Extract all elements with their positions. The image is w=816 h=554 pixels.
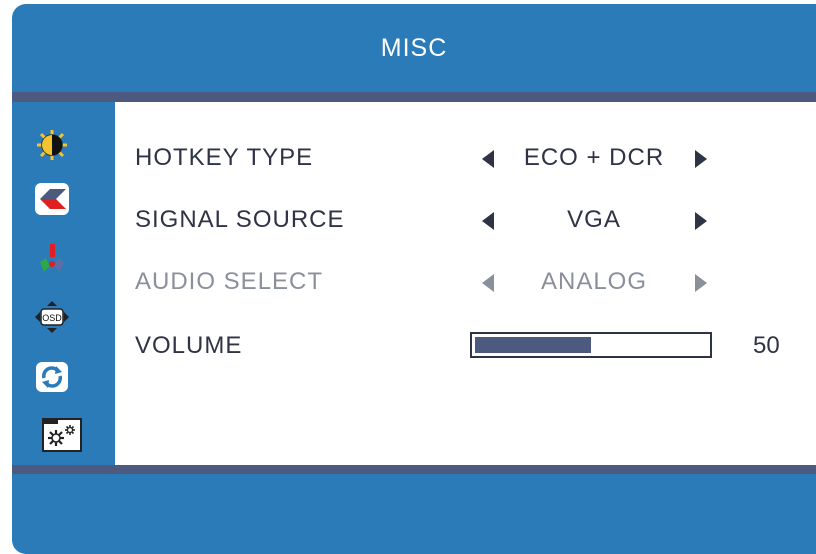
menu-content: HOTKEY TYPE ECO + DCR SIGNAL SOURCE VGA … bbox=[115, 102, 816, 465]
volume-row[interactable]: VOLUME 50 bbox=[115, 326, 816, 366]
reset-icon[interactable] bbox=[34, 360, 70, 394]
menu-title: MISC bbox=[380, 33, 448, 62]
sidebar: OSD bbox=[12, 102, 112, 465]
color-icon[interactable] bbox=[34, 242, 70, 276]
signal-source-row[interactable]: SIGNAL SOURCE VGA bbox=[115, 200, 816, 240]
title-bar: MISC bbox=[12, 4, 816, 92]
signal-source-label: SIGNAL SOURCE bbox=[135, 206, 345, 233]
osd-window: MISC OSD HOTKEY TYPE ECO + DCR SIGNAL SO… bbox=[12, 4, 816, 554]
osd-icon-text: OSD bbox=[42, 313, 62, 323]
osd-icon[interactable]: OSD bbox=[34, 300, 70, 334]
audio-select-right-arrow-icon bbox=[695, 274, 707, 292]
volume-value: 50 bbox=[753, 332, 780, 359]
bottom-divider bbox=[12, 465, 816, 474]
top-divider bbox=[12, 92, 816, 102]
hotkey-type-right-arrow-icon[interactable] bbox=[695, 150, 707, 168]
audio-select-left-arrow-icon bbox=[482, 274, 494, 292]
brightness-icon[interactable] bbox=[34, 128, 70, 162]
audio-select-label: AUDIO SELECT bbox=[135, 268, 324, 295]
volume-label: VOLUME bbox=[135, 332, 243, 359]
audio-select-row: AUDIO SELECT ANALOG bbox=[115, 262, 816, 302]
signal-source-value: VGA bbox=[567, 206, 621, 233]
footer-area bbox=[12, 474, 816, 554]
audio-select-value: ANALOG bbox=[540, 268, 648, 295]
signal-source-right-arrow-icon[interactable] bbox=[695, 212, 707, 230]
hotkey-type-left-arrow-icon[interactable] bbox=[482, 150, 494, 168]
volume-slider-fill bbox=[475, 337, 591, 353]
hotkey-type-label: HOTKEY TYPE bbox=[135, 144, 314, 171]
misc-settings-icon[interactable] bbox=[12, 414, 112, 456]
signal-source-left-arrow-icon[interactable] bbox=[482, 212, 494, 230]
image-icon[interactable] bbox=[34, 182, 70, 216]
volume-slider[interactable] bbox=[470, 332, 712, 358]
hotkey-type-value: ECO + DCR bbox=[523, 144, 665, 171]
hotkey-type-row[interactable]: HOTKEY TYPE ECO + DCR bbox=[115, 138, 816, 178]
